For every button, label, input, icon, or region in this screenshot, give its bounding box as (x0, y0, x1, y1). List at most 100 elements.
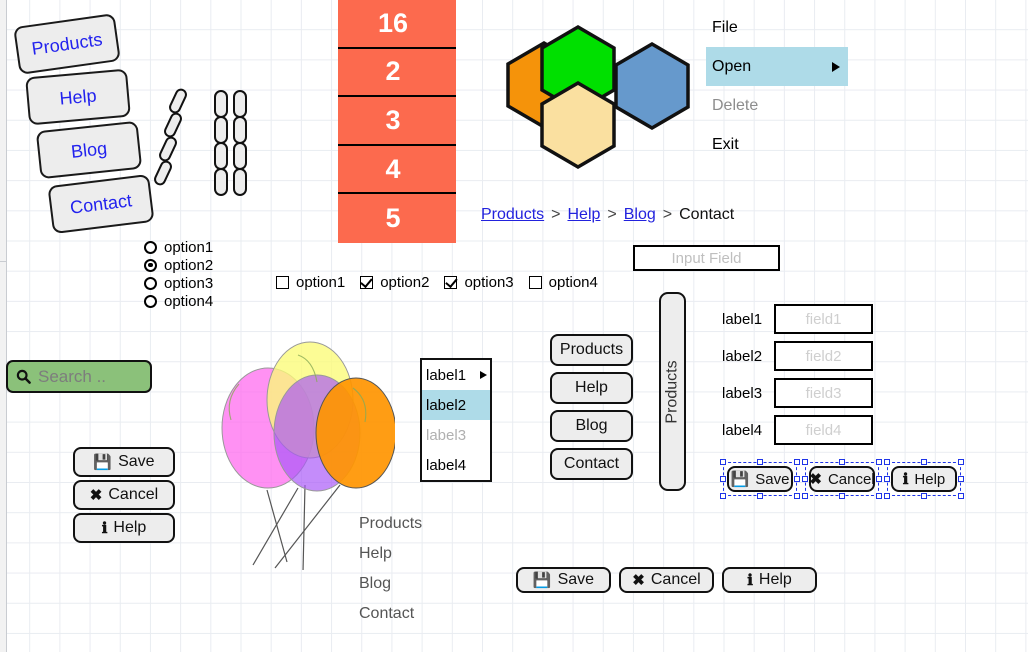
selection-wrapper-help[interactable]: ℹ Help (884, 459, 964, 499)
resize-handle[interactable] (720, 459, 726, 465)
form-label-2: label2 (722, 347, 763, 365)
form-input-4-placeholder: field4 (805, 421, 842, 439)
radio-icon[interactable] (144, 294, 157, 308)
resize-handle[interactable] (884, 459, 890, 465)
nav-button-help[interactable]: Help (25, 68, 131, 126)
vnav-button-products[interactable]: Products (550, 334, 633, 366)
resize-handle[interactable] (958, 476, 964, 482)
vnav-button-blog[interactable]: Blog (550, 410, 633, 442)
resize-handle[interactable] (958, 459, 964, 465)
submenu-arrow-icon (480, 371, 487, 379)
menu-item-exit[interactable]: Exit (706, 125, 848, 164)
nav-button-contact[interactable]: Contact (47, 173, 155, 235)
resize-handle[interactable] (958, 493, 964, 499)
vertical-tab-products[interactable]: Products (659, 292, 686, 491)
button-row-bottom[interactable]: 💾 Save ✖ Cancel ℹ Help (516, 567, 817, 593)
radio-option4[interactable]: option4 (144, 292, 213, 310)
form-input-2[interactable]: field2 (774, 341, 873, 371)
form-fields[interactable]: label1 field1 label2 field2 label3 field… (722, 304, 873, 452)
button-stack-left[interactable]: 💾 Save ✖ Cancel ℹ Help (73, 447, 175, 543)
cancel-button-label: Cancel (108, 486, 159, 503)
resize-handle[interactable] (720, 493, 726, 499)
breadcrumb-separator: > (551, 206, 561, 223)
list-box[interactable]: label1 label2 label3 label4 (420, 358, 492, 482)
vnav-button-help-label: Help (575, 379, 608, 396)
resize-handle[interactable] (921, 493, 927, 499)
form-input-4[interactable]: field4 (774, 415, 873, 445)
resize-handle[interactable] (876, 476, 882, 482)
menu-item-file[interactable]: File (706, 8, 848, 47)
resize-handle[interactable] (802, 459, 808, 465)
selected-button-group[interactable]: 💾 Save ✖ Cancel ℹ Help (720, 459, 964, 499)
search-placeholder: Search .. (38, 366, 107, 386)
list-item-label4[interactable]: label4 (422, 450, 490, 480)
selection-marquee (805, 462, 879, 496)
resize-handle[interactable] (794, 476, 800, 482)
resize-handle[interactable] (876, 493, 882, 499)
menu-item-open[interactable]: Open (706, 47, 848, 86)
table-row: 5 (385, 203, 401, 234)
cancel-button-bottom[interactable]: ✖ Cancel (619, 567, 714, 593)
resize-handle[interactable] (794, 493, 800, 499)
radio-option2[interactable]: option2 (144, 256, 213, 274)
vnav-button-help[interactable]: Help (550, 372, 633, 404)
selection-wrapper-cancel[interactable]: ✖ Cancel (802, 459, 882, 499)
radio-option3[interactable]: option3 (144, 274, 213, 292)
text-nav-list[interactable]: Products Help Blog Contact (359, 509, 422, 629)
radio-option1[interactable]: option1 (144, 238, 213, 256)
list-item-label2[interactable]: label2 (422, 390, 490, 420)
vnav-button-blog-label: Blog (575, 417, 608, 434)
resize-handle[interactable] (794, 459, 800, 465)
text-nav-blog[interactable]: Blog (359, 569, 422, 599)
resize-handle[interactable] (884, 476, 890, 482)
text-nav-help[interactable]: Help (359, 539, 422, 569)
vertical-nav-buttons[interactable]: Products Help Blog Contact (550, 334, 633, 480)
radio-group[interactable]: option1 option2 option3 option4 (144, 238, 213, 310)
input-field[interactable]: Input Field (633, 245, 780, 271)
resize-handle[interactable] (884, 493, 890, 499)
checkbox-group[interactable]: option1 option2 option3 option4 (276, 274, 606, 291)
checkbox-icon-option1[interactable] (276, 276, 289, 289)
resize-handle[interactable] (802, 493, 808, 499)
resize-handle[interactable] (757, 459, 763, 465)
list-item-label1[interactable]: label1 (422, 360, 490, 390)
save-button[interactable]: 💾 Save (73, 447, 175, 477)
form-input-3[interactable]: field3 (774, 378, 873, 408)
help-button-bottom[interactable]: ℹ Help (722, 567, 817, 593)
info-icon: ℹ (747, 571, 753, 589)
help-button[interactable]: ℹ Help (73, 513, 175, 543)
dropdown-menu[interactable]: File Open Delete Exit (706, 8, 848, 164)
checkbox-icon-option4[interactable] (528, 276, 542, 289)
form-label-1: label1 (722, 310, 763, 328)
form-row-3: label3 field3 (722, 378, 873, 408)
hexagon-cluster (506, 24, 690, 170)
nav-button-blog[interactable]: Blog (35, 120, 143, 180)
cancel-button[interactable]: ✖ Cancel (73, 480, 175, 510)
nav-button-blog-label: Blog (69, 137, 108, 162)
vnav-button-contact[interactable]: Contact (550, 448, 633, 480)
breadcrumb-link-help[interactable]: Help (567, 206, 600, 224)
form-input-1[interactable]: field1 (774, 304, 873, 334)
nav-button-products[interactable]: Products (13, 13, 121, 75)
resize-handle[interactable] (839, 459, 845, 465)
breadcrumb-link-blog[interactable]: Blog (624, 206, 656, 224)
resize-handle[interactable] (839, 493, 845, 499)
resize-handle[interactable] (720, 476, 726, 482)
checkbox-icon-option3-checked[interactable] (444, 276, 458, 289)
nav-button-help-label: Help (58, 84, 98, 109)
text-nav-contact[interactable]: Contact (359, 599, 422, 629)
text-nav-products[interactable]: Products (359, 509, 422, 539)
resize-handle[interactable] (802, 476, 808, 482)
save-button-bottom[interactable]: 💾 Save (516, 567, 611, 593)
radio-icon[interactable] (144, 240, 157, 254)
resize-handle[interactable] (876, 459, 882, 465)
nav-button-contact-label: Contact (68, 189, 133, 218)
checkbox-icon-option2-checked[interactable] (360, 276, 374, 289)
search-input[interactable]: Search .. (6, 360, 152, 393)
radio-icon[interactable] (144, 276, 157, 290)
resize-handle[interactable] (921, 459, 927, 465)
resize-handle[interactable] (757, 493, 763, 499)
selection-wrapper-save[interactable]: 💾 Save (720, 459, 800, 499)
breadcrumb-link-products[interactable]: Products (481, 206, 544, 224)
radio-icon-selected[interactable] (144, 258, 157, 272)
